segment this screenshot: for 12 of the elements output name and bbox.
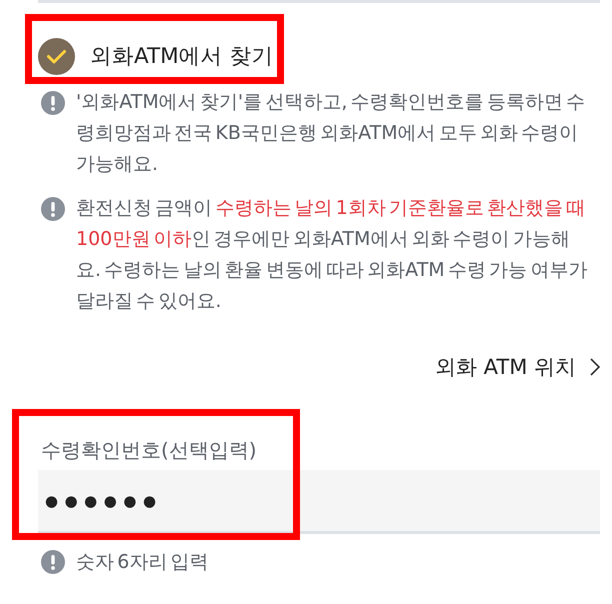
hint-text: 숫자 6자리 입력: [76, 550, 210, 575]
option-label: 외화ATM에서 찾기: [90, 42, 274, 70]
checkbox[interactable]: [38, 38, 75, 75]
notice-text: 환전신청 금액이 수령하는 날의 1회차 기준환율로 환산했을 때 100만원 이하인 경우에만 외화ATM에서 외화 수령이 가능해요. 수령하는 날의 환율 변동에 따라 외화ATM 수령 가능 여부가 달라질 수 있어요.: [76, 196, 588, 314]
chevron-right-icon: [590, 358, 600, 376]
notice-text: '외화ATM에서 찾기'를 선택하고, 수령확인번호를 등록하면 수령희망점과 전국 KB국민은행 외화ATM에서 모두 외화 수령이 가능해요.: [76, 90, 586, 177]
atm-location-link[interactable]: 외화 ATM 위치: [434, 353, 600, 381]
exclamation-icon: [41, 550, 65, 574]
pin-field[interactable]: ●●●●●●: [38, 470, 600, 534]
exclamation-icon: [41, 196, 65, 220]
exclamation-icon: [41, 90, 65, 114]
field-label: 수령확인번호(선택입력): [40, 437, 257, 464]
